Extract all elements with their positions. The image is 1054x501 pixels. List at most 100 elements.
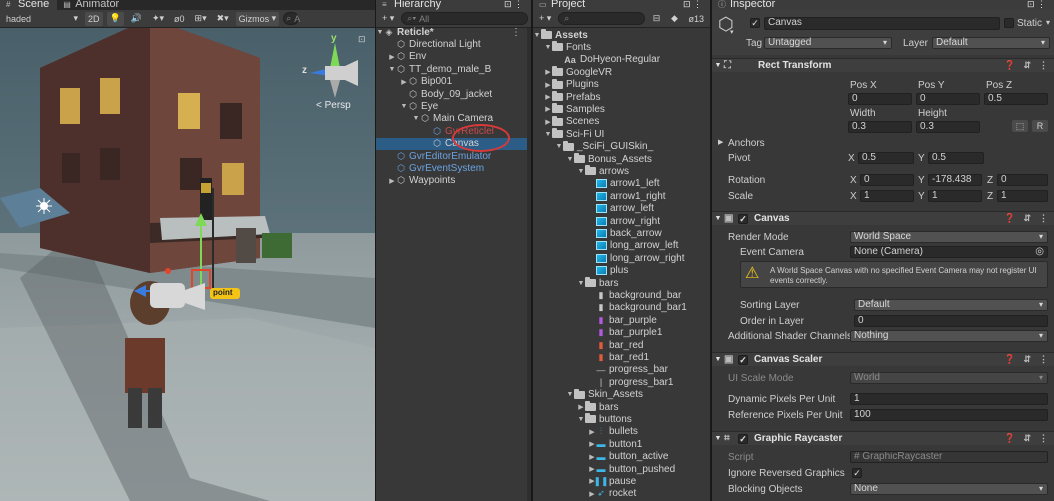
project-item[interactable]: ▮ bar_red1 (533, 351, 710, 363)
chevron-down-icon[interactable]: ▼ (412, 115, 420, 122)
hierarchy-scrollbar[interactable] (527, 28, 531, 501)
hierarchy-item[interactable]: ⬡ GvrEditorEmulator (376, 150, 531, 162)
project-item[interactable]: ▶ ▬ button1 (533, 438, 710, 450)
project-item[interactable]: ▶ ▬ button_pushed (533, 463, 710, 475)
help-icon[interactable]: ❓ (1004, 213, 1015, 224)
project-item[interactable]: ▶ ⫶ bullets (533, 426, 710, 438)
grid-snap-icon[interactable]: ⊞▾ (192, 12, 210, 26)
project-item[interactable]: back_arrow (533, 227, 710, 239)
lock-icon[interactable]: ⊡ ⋮ (683, 0, 702, 10)
rotation-x-field[interactable]: 0 (860, 174, 914, 186)
chevron-right-icon[interactable]: ▶ (544, 81, 552, 89)
project-item[interactable]: ▼ _SciFi_GUISkin_ (533, 140, 710, 153)
chevron-down-icon[interactable]: ▼ (544, 44, 552, 51)
chevron-down-icon[interactable]: ▼ (577, 168, 585, 175)
pivot-y-field[interactable]: 0.5 (928, 152, 984, 164)
more-icon[interactable]: ⋮ (1039, 213, 1048, 224)
scale-z-field[interactable]: 1 (997, 190, 1048, 202)
component-menu[interactable]: ❓ ⇵ ⋮ (1004, 213, 1048, 224)
tab-scene[interactable]: # Scene (0, 0, 58, 10)
chevron-right-icon[interactable]: ▶ (577, 403, 585, 411)
project-item[interactable]: ▮ bar_red (533, 339, 710, 351)
project-item[interactable]: ▶ ▬ button_active (533, 451, 710, 463)
component-menu[interactable]: ❓ ⇵ ⋮ (1004, 60, 1048, 71)
chevron-down-icon[interactable]: ▼ (566, 156, 574, 163)
chevron-down-icon[interactable]: ▼ (388, 66, 396, 73)
chevron-right-icon[interactable]: ▶ (588, 428, 596, 436)
object-picker-icon[interactable]: ◎ (1035, 247, 1044, 257)
help-icon[interactable]: ❓ (1004, 433, 1015, 444)
tab-inspector[interactable]: ⓘ Inspector ⊡ ⋮ (712, 0, 1054, 10)
effects-icon[interactable]: ✦▾ (149, 12, 167, 26)
preset-icon[interactable]: ⇵ (1023, 213, 1031, 224)
lock-icon[interactable]: ⊡ (358, 34, 366, 45)
chevron-right-icon[interactable]: ▶ (588, 490, 596, 498)
project-item[interactable]: ▼ Skin_Assets (533, 388, 710, 401)
rotation-z-field[interactable]: 0 (997, 174, 1048, 186)
anchors-label[interactable]: Anchors (728, 138, 765, 149)
hierarchy-item[interactable]: ▼ ⬡ Eye (376, 100, 531, 112)
project-item[interactable]: ▼ Bonus_Assets (533, 153, 710, 165)
project-item[interactable]: ▼ Sci-Fi UI (533, 128, 710, 140)
pos-y-field[interactable]: 0 (916, 93, 980, 105)
chevron-right-icon[interactable]: ▶ (388, 53, 396, 61)
more-icon[interactable]: ⋮ (1039, 433, 1048, 444)
hidden-packages-button[interactable]: ø 13 (685, 12, 707, 26)
scale-y-field[interactable]: 1 (928, 190, 982, 202)
lock-icon[interactable]: ⊡ ⋮ (504, 0, 523, 10)
project-item[interactable]: ▶ Scenes (533, 115, 710, 128)
project-item[interactable]: arrow_right (533, 215, 710, 227)
project-item[interactable]: long_arrow_left (533, 240, 710, 252)
lighting-icon[interactable]: 💡 (106, 11, 124, 26)
project-item[interactable]: — progress_bar (533, 364, 710, 376)
pos-z-field[interactable]: 0.5 (984, 93, 1048, 105)
persp-toggle[interactable]: < Persp (316, 100, 351, 111)
hidden-objects-button[interactable]: ø0 (171, 12, 188, 26)
canvas-scaler-header[interactable]: ▼ ▣ ✓ Canvas Scaler ❓ ⇵ ⋮ (712, 352, 1054, 366)
ignore-reversed-checkbox[interactable]: ✓ (852, 468, 862, 478)
tab-animator[interactable]: ▤ Animator (57, 0, 128, 10)
tag-dropdown[interactable]: Untagged (764, 37, 892, 49)
layer-dropdown[interactable]: Default (932, 37, 1050, 49)
project-item[interactable]: ▮ background_bar (533, 289, 710, 301)
height-field[interactable]: 0.3 (916, 121, 980, 133)
scene-search-input[interactable]: ⌕ A (283, 12, 300, 25)
preset-icon[interactable]: ⇵ (1023, 354, 1031, 365)
chevron-right-icon[interactable]: ▶ (588, 453, 596, 461)
sorting-layer-dropdown[interactable]: Default (854, 299, 1048, 311)
scene-viewport[interactable]: y z < Persp point ⊡ (0, 28, 375, 501)
chevron-right-icon[interactable]: ▶ (544, 68, 552, 76)
shading-mode-dropdown[interactable]: haded ▾ (3, 12, 81, 26)
lock-icon[interactable]: ⊡ ⋮ (1027, 0, 1046, 10)
blocking-objects-dropdown[interactable]: None (850, 483, 1048, 495)
hierarchy-search-input[interactable]: ⌕▾ All (401, 12, 528, 25)
static-checkbox[interactable] (1004, 18, 1014, 28)
project-item[interactable]: ▶ ➶ rocket (533, 488, 710, 500)
hierarchy-item[interactable]: ⬡ Canvas (376, 123, 531, 152)
project-item[interactable]: ▼ Fonts (533, 41, 710, 53)
chevron-right-icon[interactable]: ▶ (718, 138, 723, 146)
active-checkbox[interactable]: ✓ (750, 18, 760, 28)
component-menu[interactable]: ❓ ⇵ ⋮ (1004, 433, 1048, 444)
order-in-layer-field[interactable]: 0 (854, 315, 1048, 327)
project-item[interactable]: ▶ GoogleVR (533, 66, 710, 78)
render-mode-dropdown[interactable]: World Space (850, 231, 1048, 243)
project-search-input[interactable]: ⌕ (558, 12, 646, 25)
chevron-down-icon[interactable]: ▼ (376, 29, 384, 36)
gizmos-dropdown[interactable]: Gizmos ▾ (235, 11, 280, 26)
help-icon[interactable]: ❓ (1004, 60, 1015, 71)
hierarchy-item[interactable]: ⬡ Directional Light (376, 38, 531, 50)
search-by-type-icon[interactable]: ⊟ (649, 12, 663, 26)
project-item[interactable]: ▼ bars (533, 277, 710, 289)
chevron-down-icon[interactable]: ▾ (1046, 18, 1050, 27)
project-item[interactable]: ▮ bar_purple (533, 314, 710, 326)
project-item[interactable]: ▶ Prefabs (533, 91, 710, 103)
raycaster-enabled-checkbox[interactable]: ✓ (738, 433, 748, 444)
chevron-down-icon[interactable]: ▼ (577, 416, 585, 423)
chevron-right-icon[interactable]: ▶ (588, 440, 596, 448)
pos-x-field[interactable]: 0 (848, 93, 912, 105)
canvas-scaler-enabled-checkbox[interactable]: ✓ (738, 354, 748, 365)
project-item[interactable]: ▼ Assets (533, 29, 710, 41)
graphic-raycaster-header[interactable]: ▼ ⌗ ✓ Graphic Raycaster ❓ ⇵ ⋮ (712, 431, 1054, 445)
toggle-2d-button[interactable]: 2D (85, 11, 103, 26)
